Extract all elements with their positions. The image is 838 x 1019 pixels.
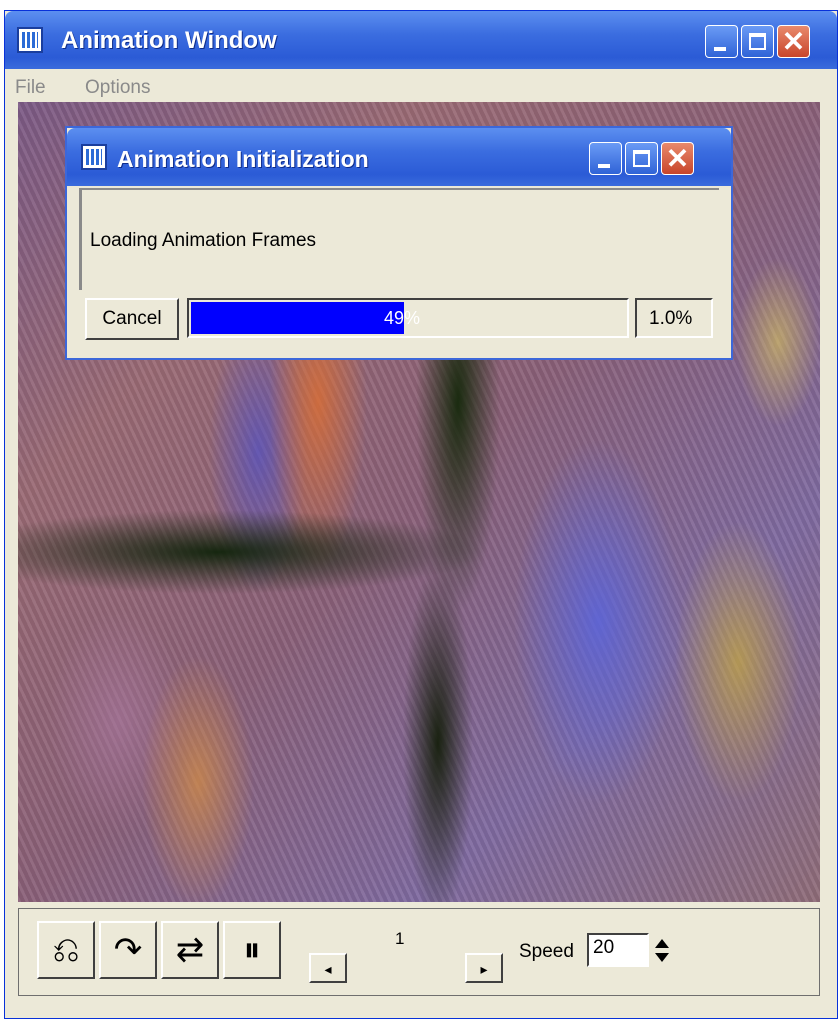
menu-file[interactable]: File	[15, 77, 46, 99]
loop-button[interactable]: ⇄	[161, 921, 219, 979]
dialog-maximize-button[interactable]	[625, 142, 658, 175]
dialog-titlebar[interactable]: Animation Initialization ✕	[67, 128, 731, 186]
minimize-icon	[714, 47, 726, 51]
progress-bar: 49%	[187, 298, 629, 338]
spinner-down-icon[interactable]	[655, 953, 669, 962]
left-arrow-icon: ◂	[324, 961, 332, 977]
animation-initialization-dialog: Animation Initialization ✕ Loading Anima…	[65, 126, 733, 360]
loading-message: Loading Animation Frames	[90, 230, 317, 251]
rewind-button[interactable]: ⎌	[37, 921, 95, 979]
minimize-button[interactable]	[705, 25, 738, 58]
close-icon: ✕	[781, 26, 806, 57]
playback-controls: ⎌ ↷ ⇄ ⏸ ◂ 1 ▸ Speed 20	[18, 908, 820, 996]
dialog-title: Animation Initialization	[117, 146, 369, 172]
frame-slider-left[interactable]: ◂	[309, 953, 347, 983]
speed-label: Speed	[519, 941, 574, 962]
rewind-loop-icon: ⎌	[52, 930, 80, 969]
maximize-button[interactable]	[741, 25, 774, 58]
close-icon: ✕	[665, 143, 690, 174]
right-arrow-icon: ▸	[480, 961, 488, 977]
progress-label: 49%	[383, 308, 421, 328]
spinner-up-icon[interactable]	[655, 939, 669, 948]
forward-loop-icon: ↷	[113, 931, 143, 969]
pause-button[interactable]: ⏸	[223, 921, 281, 979]
cancel-button[interactable]: Cancel	[85, 298, 179, 340]
maximize-icon	[633, 150, 650, 167]
swap-arrows-icon: ⇄	[175, 931, 205, 969]
dialog-app-icon[interactable]	[81, 144, 107, 170]
maximize-icon	[749, 33, 766, 50]
menu-options[interactable]: Options	[85, 77, 150, 99]
close-button[interactable]: ✕	[777, 25, 810, 58]
forward-button[interactable]: ↷	[99, 921, 157, 979]
speed-input[interactable]: 20	[587, 933, 649, 967]
minimize-icon	[598, 164, 610, 168]
frame-slider-right[interactable]: ▸	[465, 953, 503, 983]
frame-number: 1	[395, 929, 405, 948]
main-window-title: Animation Window	[61, 27, 277, 54]
message-area: Loading Animation Frames	[79, 188, 719, 290]
dialog-minimize-button[interactable]	[589, 142, 622, 175]
speed-spinner[interactable]	[651, 935, 673, 967]
percent-readout: 1.0%	[635, 298, 713, 338]
main-titlebar[interactable]: Animation Window ✕	[5, 11, 837, 69]
pause-icon: ⏸	[243, 930, 261, 969]
dialog-close-button[interactable]: ✕	[661, 142, 694, 175]
app-icon[interactable]	[17, 27, 43, 53]
